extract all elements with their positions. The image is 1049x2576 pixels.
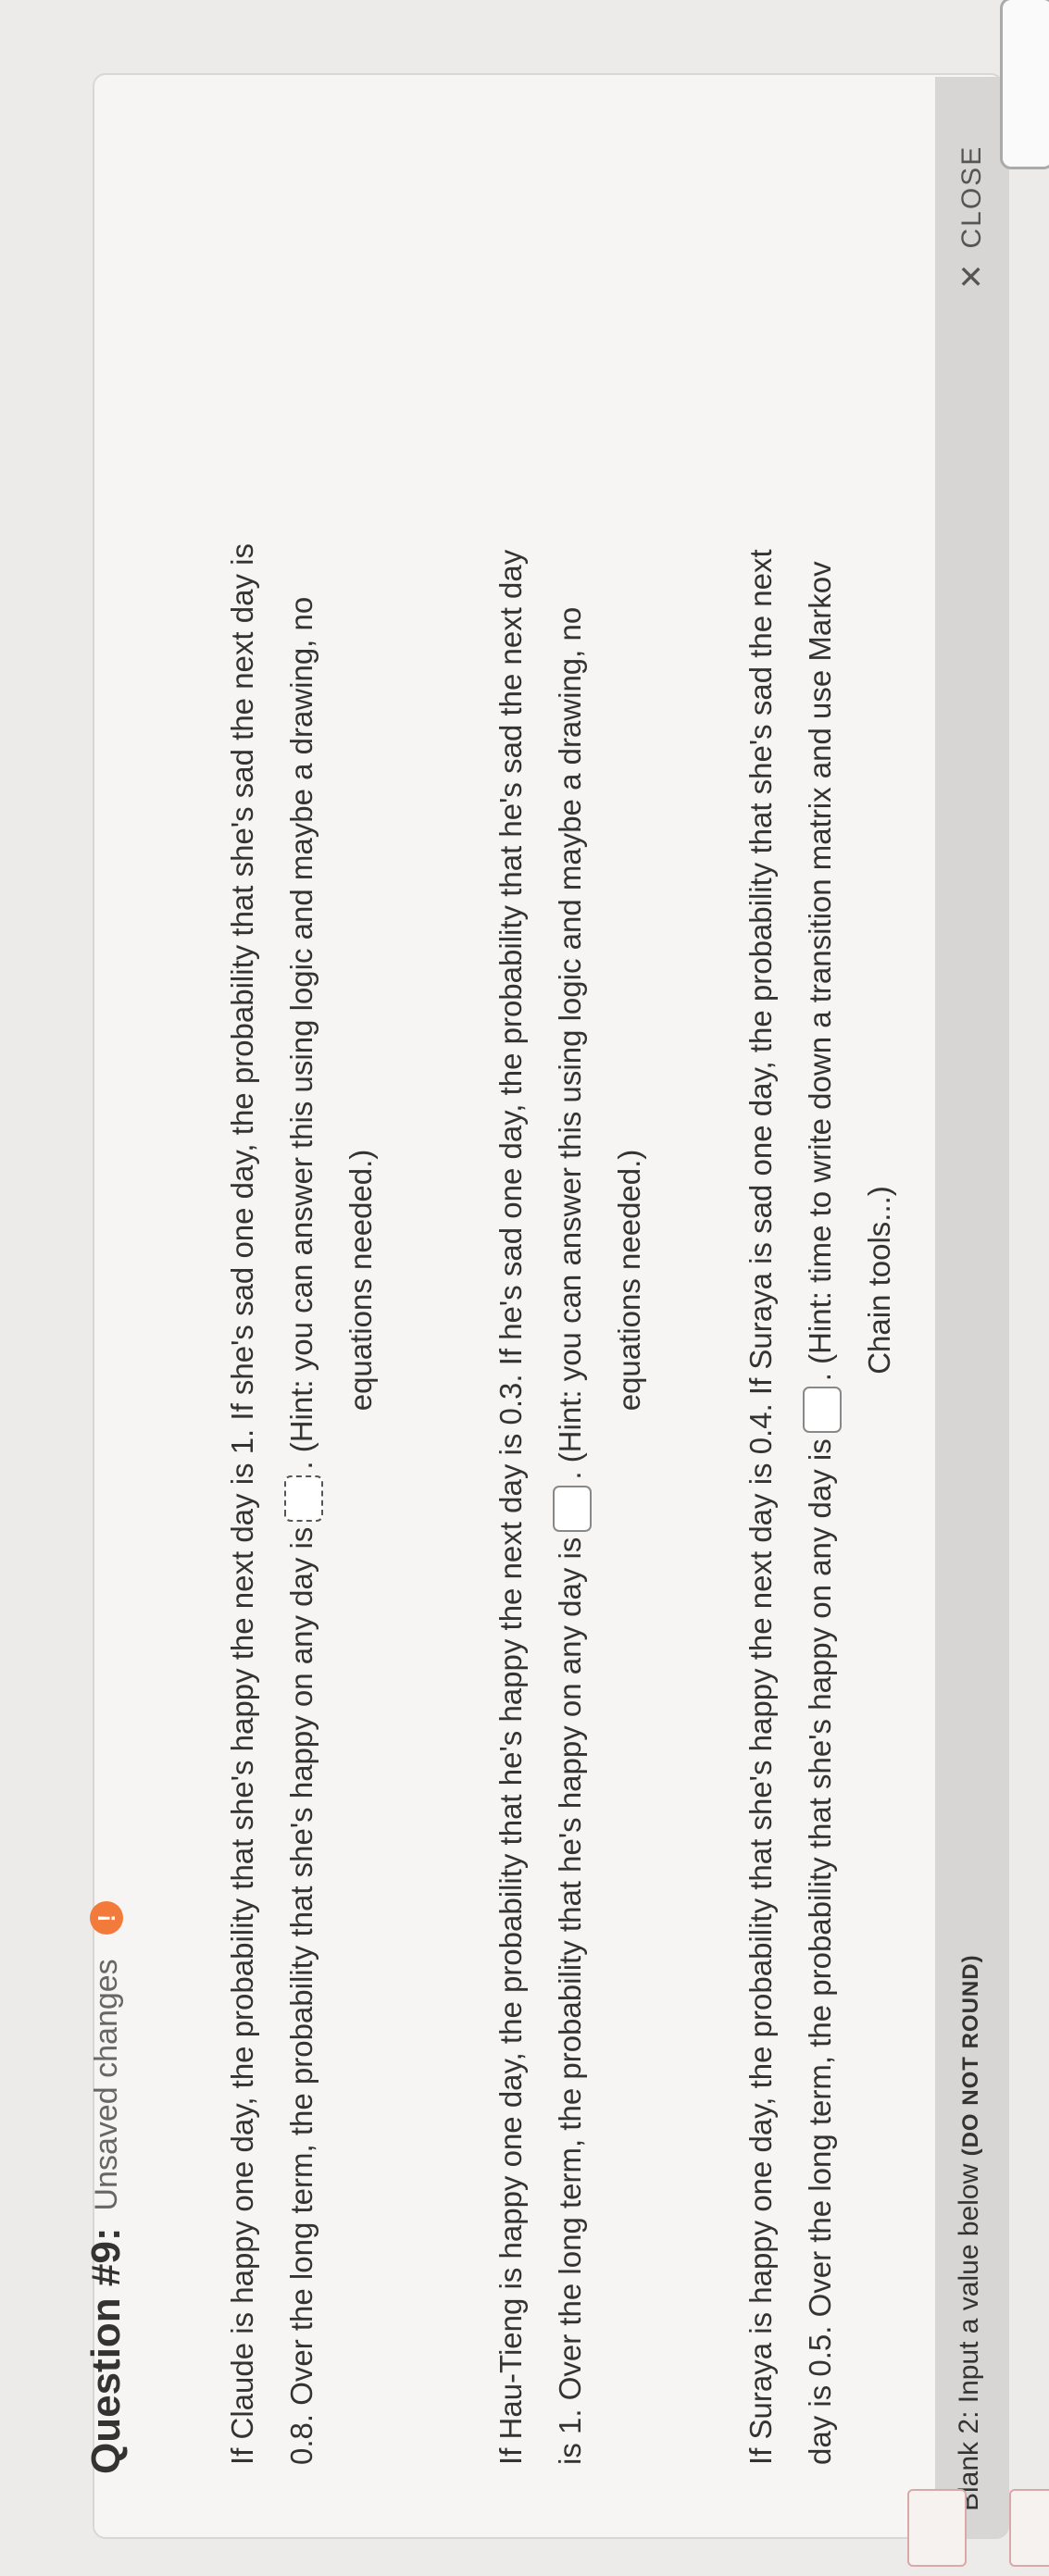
paragraph-line: 0.8. Over the long term, the probability… (272, 95, 331, 2465)
question-header: Question #9: Unsaved changes ! (83, 1901, 130, 2474)
question-title: Question #9: (83, 2227, 129, 2475)
close-button[interactable]: ✕ CLOSE (954, 145, 991, 290)
close-icon: ✕ (955, 261, 990, 291)
blank-label-text: Blank 2: Input a value below (954, 2163, 984, 2511)
blank-label: Blank 2: Input a value below (DO NOT ROU… (954, 1954, 985, 2511)
paragraph-text: is 1. Over the long term, the probabilit… (553, 1537, 587, 2465)
question-paragraph-claude: If Claude is happy one day, the probabil… (213, 95, 391, 2465)
paragraph-text: day is 0.5. Over the long term, the prob… (803, 1438, 837, 2465)
paragraph-line: If Suraya is happy one day, the probabil… (743, 549, 778, 2465)
paragraph-line: If Hau-Tieng is happy one day, the proba… (493, 549, 528, 2465)
blank-label-note: (DO NOT ROUND) (958, 1954, 983, 2157)
paragraph-text: 0.8. Over the long term, the probability… (284, 1526, 318, 2465)
unsaved-status: Unsaved changes (88, 1959, 124, 2211)
question-paragraph-hau-tieng: If Hau-Tieng is happy one day, the proba… (481, 95, 659, 2465)
warning-icon: ! (90, 1901, 123, 1935)
paragraph-text: . (Hint: you can answer this using logic… (553, 606, 587, 1480)
paragraph-line: Chain tools...) (862, 1186, 896, 1375)
paragraph-text: . (Hint: you can answer this using logic… (284, 596, 318, 1470)
paragraph-line: If Claude is happy one day, the probabil… (225, 543, 259, 2465)
paragraph-line: equations needed.) (343, 1149, 378, 1412)
nav-box[interactable] (1009, 2489, 1049, 2567)
blank-input-1[interactable] (284, 1475, 324, 1522)
paragraph-line: day is 0.5. Over the long term, the prob… (791, 95, 850, 2465)
nav-box[interactable] (907, 2489, 967, 2567)
blank-input-3[interactable] (803, 1387, 843, 1434)
question-paragraph-suraya: If Suraya is happy one day, the probabil… (731, 95, 909, 2465)
paragraph-line: is 1. Over the long term, the probabilit… (541, 95, 600, 2465)
close-label: CLOSE (956, 144, 987, 249)
blank-input-2[interactable] (553, 1485, 593, 1532)
paragraph-line: equations needed.) (612, 1149, 646, 1412)
screen: Question #9: Unsaved changes ! If Claude… (0, 0, 1049, 2576)
paragraph-text: . (Hint: time to write down a transition… (803, 561, 837, 1382)
answer-input-panel[interactable] (1000, 0, 1049, 169)
